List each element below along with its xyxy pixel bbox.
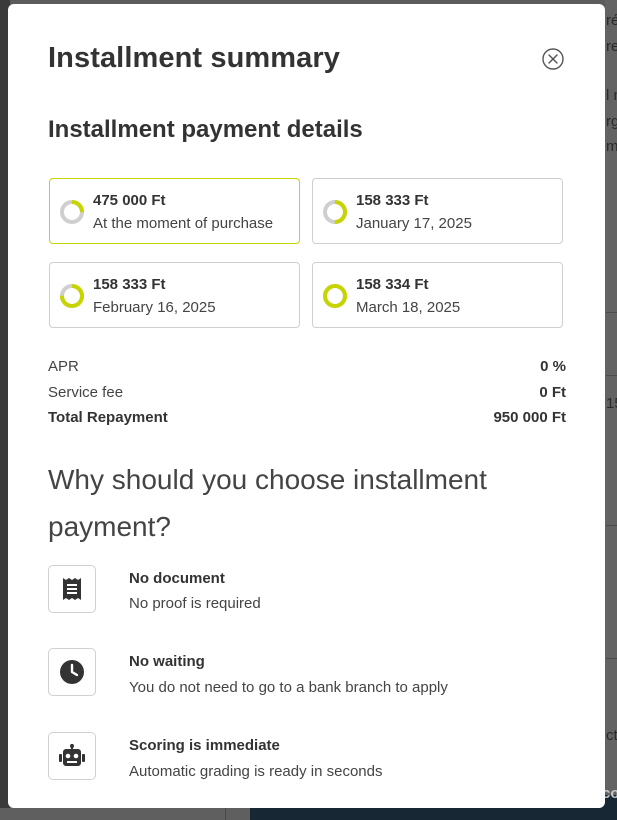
installment-amount: 475 000 Ft: [93, 192, 166, 209]
close-circle-icon: [542, 48, 564, 70]
apr-value: 0 %: [540, 358, 566, 375]
installment-amount: 158 334 Ft: [356, 276, 429, 293]
installment-card[interactable]: 158 333 Ft January 17, 2025: [312, 178, 563, 244]
progress-ring-icon: [60, 284, 84, 308]
background-text: ct: [606, 727, 617, 744]
progress-ring-icon: [60, 200, 84, 224]
feature-description: Automatic grading is ready in seconds: [129, 763, 383, 780]
service-fee-row: Service fee 0 Ft: [48, 384, 566, 401]
installment-date: March 18, 2025: [356, 299, 461, 316]
robot-icon: [59, 744, 85, 766]
clock-icon: [60, 660, 84, 684]
total-repayment-row: Total Repayment 950 000 Ft: [48, 409, 566, 426]
service-fee-value: 0 Ft: [539, 384, 566, 401]
background-divider: [606, 312, 617, 313]
feature-icon-box: [48, 565, 96, 613]
feature-icon-box: [48, 648, 96, 696]
background-divider: [606, 375, 617, 376]
background-text: ré: [606, 12, 617, 29]
feature-description: No proof is required: [129, 595, 261, 612]
why-heading: Why should you choose installment paymen…: [48, 464, 487, 542]
background-text: rela: [606, 38, 617, 55]
close-button[interactable]: [542, 48, 564, 70]
background-text: m: [606, 138, 617, 155]
background-divider: [606, 658, 617, 659]
feature-description: You do not need to go to a bank branch t…: [129, 679, 448, 696]
installment-date: January 17, 2025: [356, 215, 472, 232]
feature-title: No document: [129, 570, 225, 587]
apr-row: APR 0 %: [48, 358, 566, 375]
total-repayment-value: 950 000 Ft: [493, 409, 566, 426]
feature-title: Scoring is immediate: [129, 737, 280, 754]
installment-summary-modal: Installment summary Installment payment …: [8, 4, 605, 808]
installment-card[interactable]: 158 333 Ft February 16, 2025: [49, 262, 300, 328]
feature-icon-box: [48, 732, 96, 780]
installment-amount: 158 333 Ft: [93, 276, 166, 293]
modal-title: Installment summary: [48, 42, 340, 74]
installment-amount: 158 333 Ft: [356, 192, 429, 209]
apr-label: APR: [48, 358, 79, 375]
progress-ring-icon: [323, 200, 347, 224]
installment-date: At the moment of purchase: [93, 215, 274, 232]
progress-ring-icon: [323, 284, 347, 308]
background-text: l m: [606, 87, 617, 104]
service-fee-label: Service fee: [48, 384, 124, 401]
receipt-icon: [63, 578, 81, 600]
background-divider: [225, 808, 226, 820]
background-divider: [606, 525, 617, 526]
background-text: rg: [606, 113, 617, 130]
section-title: Installment payment details: [48, 116, 363, 143]
background-footer: [0, 808, 250, 820]
installment-card[interactable]: 475 000 Ft At the moment of purchase: [49, 178, 300, 244]
ring-progress: [323, 284, 347, 308]
installment-date: February 16, 2025: [93, 299, 216, 316]
feature-title: No waiting: [129, 653, 205, 670]
total-repayment-label: Total Repayment: [48, 409, 168, 426]
installment-card[interactable]: 158 334 Ft March 18, 2025: [312, 262, 563, 328]
background-text: 15: [606, 395, 617, 412]
